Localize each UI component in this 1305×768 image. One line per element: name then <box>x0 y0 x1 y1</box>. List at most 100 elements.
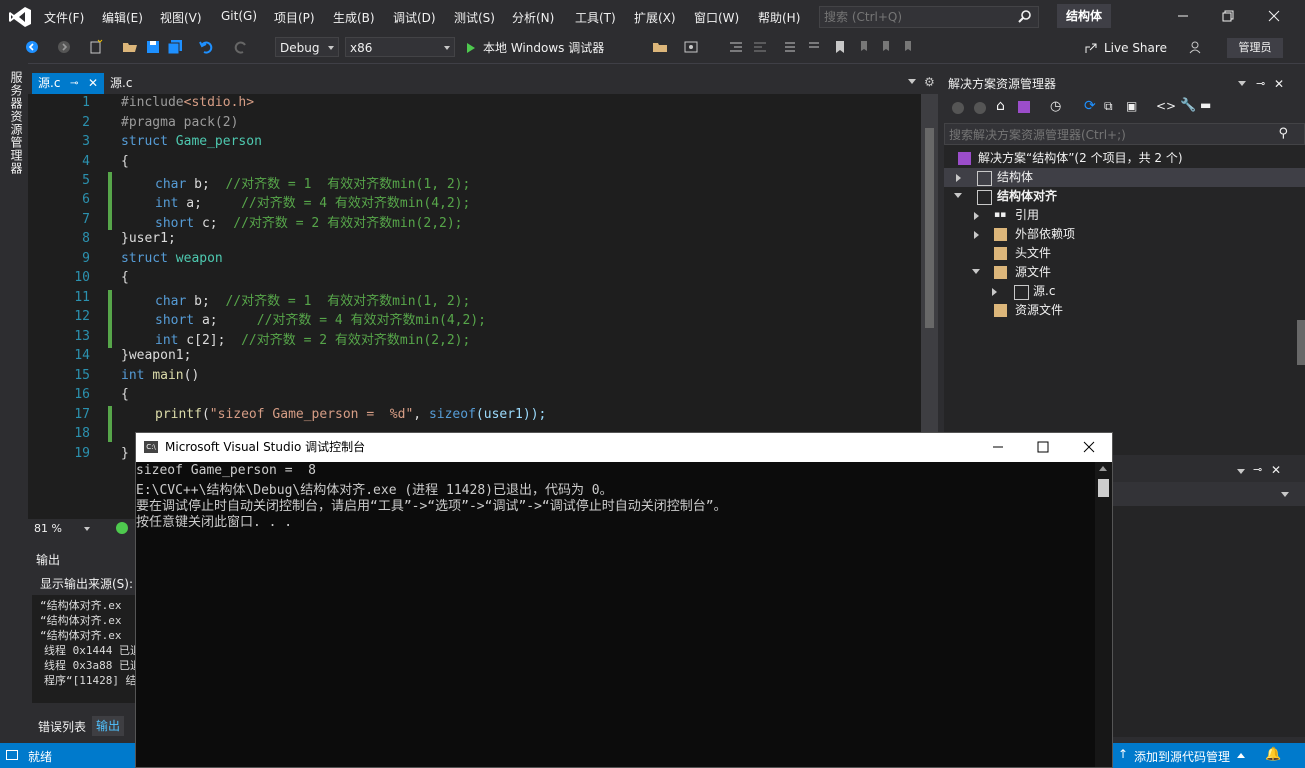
change-marker <box>108 406 112 442</box>
window-scrollbar-thumb[interactable] <box>1297 320 1305 365</box>
bookmark-icon[interactable] <box>832 39 848 55</box>
minimize-icon[interactable] <box>1173 6 1193 26</box>
menu-build[interactable]: 生成(B) <box>333 9 375 26</box>
pin-icon[interactable]: ⊸ <box>70 73 78 94</box>
start-debugging-button[interactable]: 本地 Windows 调试器 <box>465 37 615 59</box>
tab-error-list[interactable]: 错误列表 <box>38 718 86 735</box>
tab-list-dropdown-icon[interactable] <box>908 79 916 84</box>
zoom-level[interactable]: 81 % <box>34 522 62 535</box>
expand-icon[interactable] <box>974 231 979 239</box>
scrollbar-thumb[interactable] <box>925 128 934 328</box>
code-view-icon[interactable]: <> <box>1156 99 1176 113</box>
open-folder-icon[interactable] <box>122 39 138 55</box>
forward-icon[interactable] <box>56 39 72 55</box>
minimize-icon[interactable] <box>991 440 1005 454</box>
pin-icon[interactable]: ⊸ <box>1256 73 1265 95</box>
close-icon[interactable]: ✕ <box>1274 73 1284 95</box>
uncomment-icon[interactable] <box>806 39 822 55</box>
tab-source-c-active[interactable]: 源.c ⊸ ✕ <box>32 73 104 94</box>
comment-icon[interactable] <box>782 39 798 55</box>
home-icon[interactable]: ⌂ <box>996 98 1005 114</box>
console-vertical-scrollbar[interactable] <box>1095 462 1112 767</box>
menu-help[interactable]: 帮助(H) <box>758 9 800 26</box>
feedback-icon[interactable] <box>1188 39 1204 55</box>
save-icon[interactable] <box>145 39 161 55</box>
add-to-source-control-button[interactable]: 添加到源代码管理 <box>1134 748 1230 765</box>
output-text-area[interactable]: “结构体对齐.ex “结构体对齐.ex “结构体对齐.ex 线程 0x1444 … <box>32 595 136 703</box>
expand-icon[interactable] <box>956 174 961 182</box>
sync-icon[interactable]: ⟳ <box>1084 98 1096 114</box>
undo-icon[interactable] <box>198 39 214 55</box>
menu-edit[interactable]: 编辑(E) <box>102 9 143 26</box>
menu-extensions[interactable]: 扩展(X) <box>634 9 676 26</box>
next-bookmark-icon[interactable] <box>878 39 894 55</box>
show-all-files-icon[interactable]: ▣ <box>1126 99 1137 113</box>
configuration-dropdown[interactable]: Debug <box>275 37 339 57</box>
chevron-up-icon[interactable] <box>1237 753 1245 758</box>
tree-project-struct[interactable]: 结构体 <box>944 168 1305 187</box>
menu-debug[interactable]: 调试(D) <box>393 9 436 26</box>
expand-icon[interactable] <box>974 212 979 220</box>
maximize-icon[interactable] <box>1036 440 1050 454</box>
menu-analyze[interactable]: 分析(N) <box>512 9 554 26</box>
collapse-icon[interactable] <box>954 193 962 198</box>
back-icon[interactable] <box>24 39 40 55</box>
menu-tools[interactable]: 工具(T) <box>575 9 616 26</box>
tab-output[interactable]: 输出 <box>92 716 125 736</box>
indent-icon[interactable] <box>728 39 744 55</box>
close-icon[interactable] <box>1264 6 1284 26</box>
close-tab-icon[interactable]: ✕ <box>88 73 98 94</box>
chevron-down-icon[interactable] <box>1238 81 1246 86</box>
live-share-button[interactable]: Live Share <box>1084 37 1184 59</box>
save-all-icon[interactable] <box>167 39 183 55</box>
menu-view[interactable]: 视图(V) <box>160 9 202 26</box>
properties-wrench-icon[interactable]: 🔧 <box>1180 98 1196 113</box>
redo-icon[interactable] <box>233 39 249 55</box>
solution-search-box[interactable]: ⚲ <box>944 123 1305 146</box>
history-icon[interactable]: ◷ <box>1050 99 1061 114</box>
forward-icon[interactable] <box>974 102 986 114</box>
menu-window[interactable]: 窗口(W) <box>694 9 739 26</box>
restore-icon[interactable] <box>1218 6 1238 26</box>
vs-switch-views-icon[interactable] <box>1018 101 1030 113</box>
scrollbar-thumb[interactable] <box>1098 479 1109 497</box>
pin-icon[interactable]: ⊸ <box>1253 463 1262 476</box>
notifications-bell-icon[interactable]: 🔔 <box>1265 747 1281 762</box>
debug-console-window[interactable]: C:\ Microsoft Visual Studio 调试控制台 sizeof… <box>135 432 1113 768</box>
chevron-down-icon[interactable] <box>1281 492 1289 497</box>
menu-project[interactable]: 项目(P) <box>274 9 315 26</box>
visual-studio-logo-icon[interactable] <box>8 6 32 28</box>
chevron-down-icon[interactable] <box>1237 469 1245 474</box>
new-project-icon[interactable] <box>88 39 104 55</box>
search-input[interactable] <box>820 7 1006 27</box>
collapse-icon[interactable] <box>972 269 980 274</box>
scroll-up-arrow-icon[interactable] <box>1099 466 1107 471</box>
back-icon[interactable] <box>952 102 964 114</box>
server-explorer-tab[interactable]: 服务器资源管理器 <box>8 71 25 175</box>
collapse-all-icon[interactable]: ⧉ <box>1104 99 1113 114</box>
tab-source-c-preview[interactable]: 源.c <box>104 73 164 94</box>
console-output[interactable]: sizeof Game_person = 8 E:\CVC++\结构体\Debu… <box>136 462 1094 767</box>
settings-gear-icon[interactable]: ⚙ <box>924 75 935 89</box>
menu-test[interactable]: 测试(S) <box>454 9 495 26</box>
chevron-down-icon[interactable] <box>84 527 90 531</box>
preview-icon[interactable]: ▬ <box>1200 98 1211 112</box>
folder-icon[interactable] <box>652 39 668 55</box>
solution-search-input[interactable] <box>945 124 1251 146</box>
menu-file[interactable]: 文件(F) <box>44 9 84 26</box>
search-icon[interactable] <box>1018 9 1032 23</box>
close-icon[interactable]: ✕ <box>1271 463 1281 477</box>
menu-git[interactable]: Git(G) <box>221 9 257 23</box>
search-box[interactable] <box>819 6 1039 28</box>
screenshot-icon[interactable] <box>683 39 699 55</box>
close-icon[interactable] <box>1082 440 1096 454</box>
outdent-icon[interactable] <box>752 39 768 55</box>
prev-bookmark-icon[interactable] <box>856 39 872 55</box>
expand-icon[interactable] <box>992 288 997 296</box>
platform-dropdown[interactable]: x86 <box>345 37 455 57</box>
admin-badge[interactable]: 管理员 <box>1227 38 1283 58</box>
properties-object-selector[interactable] <box>1113 482 1305 506</box>
clear-bookmarks-icon[interactable] <box>900 39 916 55</box>
console-title-bar[interactable]: C:\ Microsoft Visual Studio 调试控制台 <box>136 433 1112 462</box>
search-icon[interactable]: ⚲ <box>1278 126 1288 141</box>
